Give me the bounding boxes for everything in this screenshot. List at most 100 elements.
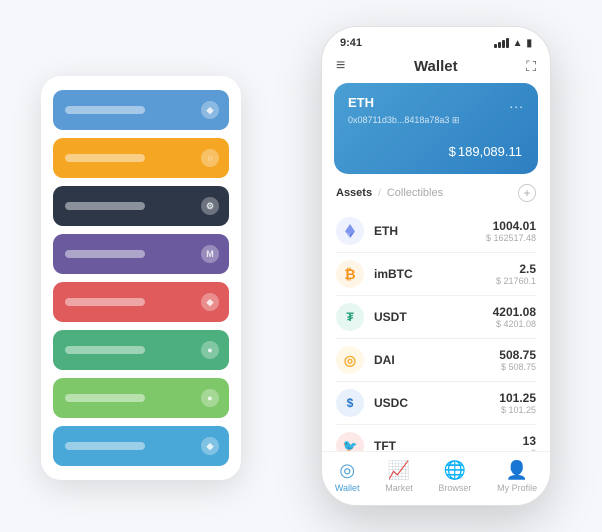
asset-usd-usdc: $ 101.25 bbox=[499, 405, 536, 415]
asset-name-tft: TFT bbox=[374, 439, 513, 451]
card-row-label-6 bbox=[65, 394, 145, 402]
asset-name-col-imbtc: imBTC bbox=[374, 267, 486, 281]
asset-item-tft[interactable]: 🐦 TFT 13 0 bbox=[336, 425, 536, 451]
phone-mockup: 9:41 ▲ ▮ ≡ Wallet ⛶ ETH ... bbox=[321, 26, 551, 506]
asset-values-eth: 1004.01 $ 162517.48 bbox=[486, 219, 536, 243]
nav-label-browser: Browser bbox=[438, 483, 471, 493]
card-row-5[interactable]: ● bbox=[53, 330, 229, 370]
asset-name-col-usdc: USDC bbox=[374, 396, 489, 410]
status-bar: 9:41 ▲ ▮ bbox=[322, 27, 550, 53]
eth-address: 0x08711d3b...8418a78a3 ⊞ bbox=[348, 115, 524, 126]
asset-icon-usdc: $ bbox=[336, 389, 364, 417]
eth-card[interactable]: ETH ... 0x08711d3b...8418a78a3 ⊞ $189,08… bbox=[334, 83, 538, 174]
asset-usd-eth: $ 162517.48 bbox=[486, 233, 536, 243]
card-row-icon-4: ◆ bbox=[201, 293, 219, 311]
card-row-icon-3: M bbox=[201, 245, 219, 263]
assets-tabs: Assets / Collectibles bbox=[336, 187, 443, 199]
asset-item-eth[interactable]: ETH 1004.01 $ 162517.48 bbox=[336, 210, 536, 253]
card-row-4[interactable]: ◆ bbox=[53, 282, 229, 322]
nav-item-my-profile[interactable]: 👤 My Profile bbox=[497, 460, 537, 493]
asset-amount-usdt: 4201.08 bbox=[493, 305, 536, 319]
asset-name-usdc: USDC bbox=[374, 396, 489, 410]
nav-label-wallet: Wallet bbox=[335, 483, 360, 493]
asset-item-usdt[interactable]: ₮ USDT 4201.08 $ 4201.08 bbox=[336, 296, 536, 339]
card-row-7[interactable]: ◆ bbox=[53, 426, 229, 466]
time-display: 9:41 bbox=[340, 37, 362, 49]
signal-icon bbox=[494, 38, 509, 48]
asset-name-col-eth: ETH bbox=[374, 224, 476, 238]
eth-balance: 189,089.11 bbox=[458, 144, 522, 159]
eth-dots[interactable]: ... bbox=[509, 95, 524, 111]
card-row-6[interactable]: ● bbox=[53, 378, 229, 418]
card-panel: ◆ ○ ⚙ M ◆ ● ● ◆ bbox=[41, 76, 241, 480]
wifi-icon: ▲ bbox=[513, 38, 523, 49]
asset-values-usdc: 101.25 $ 101.25 bbox=[499, 391, 536, 415]
asset-values-dai: 508.75 $ 508.75 bbox=[499, 348, 536, 372]
card-row-0[interactable]: ◆ bbox=[53, 90, 229, 130]
asset-name-col-usdt: USDT bbox=[374, 310, 483, 324]
asset-values-tft: 13 0 bbox=[523, 434, 536, 451]
asset-name-eth: ETH bbox=[374, 224, 476, 238]
card-row-icon-5: ● bbox=[201, 341, 219, 359]
asset-item-imbtc[interactable]: ₿ imBTC 2.5 $ 21760.1 bbox=[336, 253, 536, 296]
menu-icon[interactable]: ≡ bbox=[336, 57, 345, 75]
card-row-label-3 bbox=[65, 250, 145, 258]
tab-separator: / bbox=[378, 188, 381, 199]
asset-amount-imbtc: 2.5 bbox=[496, 262, 536, 276]
card-row-icon-6: ● bbox=[201, 389, 219, 407]
add-asset-button[interactable]: + bbox=[518, 184, 536, 202]
card-row-icon-1: ○ bbox=[201, 149, 219, 167]
tab-assets[interactable]: Assets bbox=[336, 187, 372, 199]
asset-list: ETH 1004.01 $ 162517.48 ₿ imBTC 2.5 $ 21… bbox=[322, 210, 550, 451]
asset-values-imbtc: 2.5 $ 21760.1 bbox=[496, 262, 536, 286]
nav-item-market[interactable]: 📈 Market bbox=[385, 460, 413, 493]
nav-label-my-profile: My Profile bbox=[497, 483, 537, 493]
card-row-icon-2: ⚙ bbox=[201, 197, 219, 215]
nav-icon-wallet: ◎ bbox=[339, 460, 355, 481]
nav-label-market: Market bbox=[385, 483, 413, 493]
scene: ◆ ○ ⚙ M ◆ ● ● ◆ 9:41 bbox=[21, 16, 581, 516]
asset-amount-eth: 1004.01 bbox=[486, 219, 536, 233]
phone-header: ≡ Wallet ⛶ bbox=[322, 53, 550, 83]
asset-icon-usdt: ₮ bbox=[336, 303, 364, 331]
nav-icon-market: 📈 bbox=[388, 460, 410, 481]
asset-item-usdc[interactable]: $ USDC 101.25 $ 101.25 bbox=[336, 382, 536, 425]
card-row-label-0 bbox=[65, 106, 145, 114]
asset-name-col-tft: TFT bbox=[374, 439, 513, 451]
asset-name-imbtc: imBTC bbox=[374, 267, 486, 281]
eth-card-header: ETH ... bbox=[348, 95, 524, 111]
card-row-label-5 bbox=[65, 346, 145, 354]
status-icons: ▲ ▮ bbox=[494, 38, 532, 49]
card-row-1[interactable]: ○ bbox=[53, 138, 229, 178]
nav-icon-my-profile: 👤 bbox=[506, 460, 528, 481]
expand-icon[interactable]: ⛶ bbox=[526, 58, 536, 75]
card-row-3[interactable]: M bbox=[53, 234, 229, 274]
asset-usd-usdt: $ 4201.08 bbox=[493, 319, 536, 329]
nav-item-browser[interactable]: 🌐 Browser bbox=[438, 460, 471, 493]
asset-amount-usdc: 101.25 bbox=[499, 391, 536, 405]
asset-icon-dai: ◎ bbox=[336, 346, 364, 374]
asset-name-dai: DAI bbox=[374, 353, 489, 367]
asset-name-col-dai: DAI bbox=[374, 353, 489, 367]
asset-name-usdt: USDT bbox=[374, 310, 483, 324]
nav-icon-browser: 🌐 bbox=[444, 460, 466, 481]
asset-values-usdt: 4201.08 $ 4201.08 bbox=[493, 305, 536, 329]
nav-item-wallet[interactable]: ◎ Wallet bbox=[335, 460, 360, 493]
bottom-nav: ◎ Wallet 📈 Market 🌐 Browser 👤 My Profile bbox=[322, 451, 550, 505]
battery-icon: ▮ bbox=[526, 38, 532, 49]
asset-usd-imbtc: $ 21760.1 bbox=[496, 276, 536, 286]
eth-label: ETH bbox=[348, 95, 374, 110]
card-row-label-1 bbox=[65, 154, 145, 162]
asset-icon-imbtc: ₿ bbox=[336, 260, 364, 288]
eth-amount: $189,089.11 bbox=[348, 136, 524, 162]
currency-symbol: $ bbox=[449, 144, 456, 159]
asset-amount-dai: 508.75 bbox=[499, 348, 536, 362]
card-row-2[interactable]: ⚙ bbox=[53, 186, 229, 226]
tab-collectibles[interactable]: Collectibles bbox=[387, 187, 443, 199]
asset-item-dai[interactable]: ◎ DAI 508.75 $ 508.75 bbox=[336, 339, 536, 382]
asset-icon-eth bbox=[336, 217, 364, 245]
header-title: Wallet bbox=[414, 58, 458, 75]
asset-usd-dai: $ 508.75 bbox=[499, 362, 536, 372]
assets-header: Assets / Collectibles + bbox=[322, 184, 550, 210]
card-row-label-7 bbox=[65, 442, 145, 450]
